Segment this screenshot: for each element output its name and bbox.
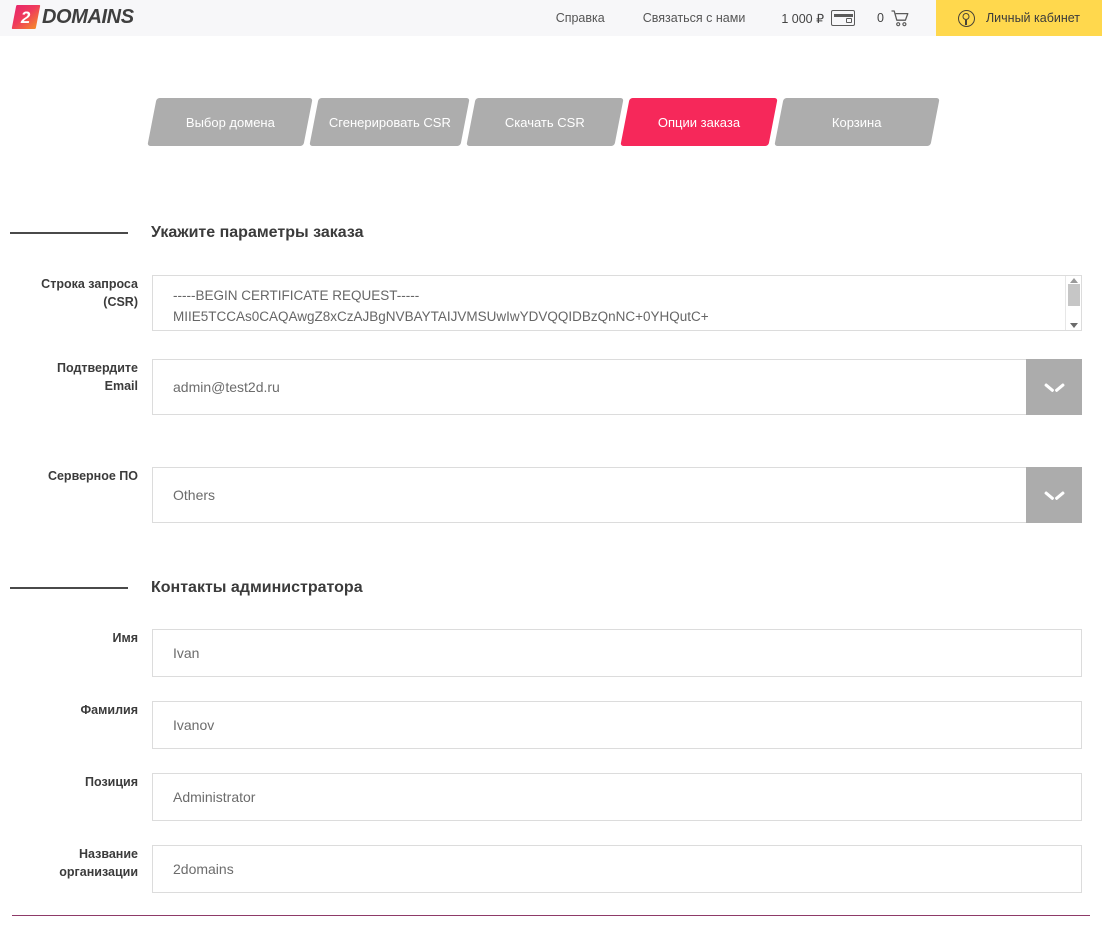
csr-textarea[interactable]: -----BEGIN CERTIFICATE REQUEST----- MIIE…	[152, 275, 1082, 331]
form-row-first-name: Имя	[0, 629, 1102, 677]
section-header-order-params: Укажите параметры заказа	[0, 224, 1102, 242]
form-row-csr: Строка запроса (CSR) -----BEGIN CERTIFIC…	[0, 275, 1102, 331]
step-label: Корзина	[832, 114, 882, 130]
scrollbar-thumb[interactable]	[1067, 284, 1080, 306]
csr-textarea-content: -----BEGIN CERTIFICATE REQUEST----- MIIE…	[153, 276, 1065, 330]
server-software-select-input[interactable]	[152, 467, 1026, 523]
section-header-admin-contacts: Контакты администратора	[0, 579, 1102, 597]
section-title: Контакты администратора	[151, 579, 363, 596]
organization-input[interactable]	[152, 845, 1082, 893]
section-rule	[10, 587, 128, 589]
first-name-control	[152, 629, 1082, 677]
csr-line-2: MIIE5TCCAs0CAQAwgZ8xCzAJBgNVBAYTAIJVMSUw…	[173, 309, 709, 324]
last-name-input[interactable]	[152, 701, 1082, 749]
form-row-email: Подтвердите Email	[0, 359, 1102, 415]
server-software-label: Серверное ПО	[47, 469, 138, 483]
balance-amount: 1 000 ₽	[781, 11, 825, 26]
step-label: Сгенерировать CSR	[328, 114, 451, 130]
csr-label: Строка запроса (CSR)	[0, 275, 138, 311]
first-name-label: Имя	[112, 631, 138, 645]
logo-badge-icon: 2	[11, 5, 41, 29]
logo-wordmark: DOMAINS	[42, 5, 134, 28]
section-rule	[10, 232, 128, 234]
step-download-csr[interactable]: Скачать CSR	[466, 98, 624, 146]
site-header: 2 DOMAINS Справка Связаться с нами 1 000…	[0, 0, 1102, 36]
header-right-group: Справка Связаться с нами 1 000 ₽ 0 Личны…	[556, 0, 1102, 36]
form-row-organization: Название организации	[0, 845, 1102, 893]
csr-control: -----BEGIN CERTIFICATE REQUEST----- MIIE…	[152, 275, 1082, 331]
email-label: Подтвердите Email	[0, 359, 138, 395]
user-circle-icon	[957, 9, 975, 27]
csr-label-line2: (CSR)	[103, 295, 138, 309]
first-name-input[interactable]	[152, 629, 1082, 677]
chevron-down-icon	[1046, 491, 1063, 500]
position-label: Позиция	[84, 775, 138, 789]
cart-count: 0	[877, 11, 884, 25]
step-generate-csr[interactable]: Сгенерировать CSR	[309, 98, 470, 146]
site-logo[interactable]: 2 DOMAINS	[11, 3, 134, 31]
organization-label-line2: организации	[59, 865, 138, 879]
step-label: Опции заказа	[657, 114, 741, 130]
email-label-line1: Подтвердите	[57, 361, 138, 375]
form-row-position: Позиция	[0, 773, 1102, 821]
csr-scrollbar[interactable]	[1065, 276, 1081, 330]
step-cart[interactable]: Корзина	[774, 98, 940, 146]
csr-label-line1: Строка запроса	[41, 277, 138, 291]
organization-control	[152, 845, 1082, 893]
position-control	[152, 773, 1082, 821]
scroll-down-arrow-icon[interactable]	[1069, 323, 1078, 328]
email-label-line2: Email	[104, 379, 138, 393]
order-steps-nav: Выбор домена Сгенерировать CSR Скачать C…	[147, 98, 940, 146]
logo-badge-text: 2	[21, 7, 31, 27]
bottom-divider	[12, 915, 1090, 916]
last-name-label: Фамилия	[80, 703, 138, 717]
contact-link[interactable]: Связаться с нами	[643, 11, 746, 25]
step-domain-selection[interactable]: Выбор домена	[147, 98, 313, 146]
form-row-server-software: Серверное ПО	[0, 467, 1102, 523]
section-title: Укажите параметры заказа	[151, 224, 364, 241]
chevron-down-icon	[1046, 383, 1063, 392]
step-label: Скачать CSR	[505, 114, 585, 130]
position-input[interactable]	[152, 773, 1082, 821]
help-link[interactable]: Справка	[556, 11, 605, 25]
form-row-last-name: Фамилия	[0, 701, 1102, 749]
server-software-control	[152, 467, 1082, 523]
email-select-input[interactable]	[152, 359, 1026, 415]
organization-label-line1: Название	[78, 847, 138, 861]
scroll-up-arrow-icon[interactable]	[1069, 278, 1078, 283]
account-button-label: Личный кабинет	[985, 11, 1081, 25]
last-name-control	[152, 701, 1082, 749]
email-dropdown-button[interactable]	[1026, 359, 1082, 415]
credit-card-icon	[831, 10, 856, 26]
shopping-cart-icon	[891, 9, 910, 27]
balance-indicator[interactable]: 1 000 ₽	[781, 10, 856, 26]
account-button[interactable]: Личный кабинет	[936, 0, 1102, 36]
server-software-dropdown-button[interactable]	[1026, 467, 1082, 523]
cart-indicator[interactable]: 0	[877, 9, 910, 27]
email-control	[152, 359, 1082, 415]
step-label: Выбор домена	[185, 114, 275, 130]
csr-line-1: -----BEGIN CERTIFICATE REQUEST-----	[173, 288, 420, 303]
step-order-options[interactable]: Опции заказа	[620, 98, 778, 146]
organization-label: Название организации	[0, 845, 138, 881]
